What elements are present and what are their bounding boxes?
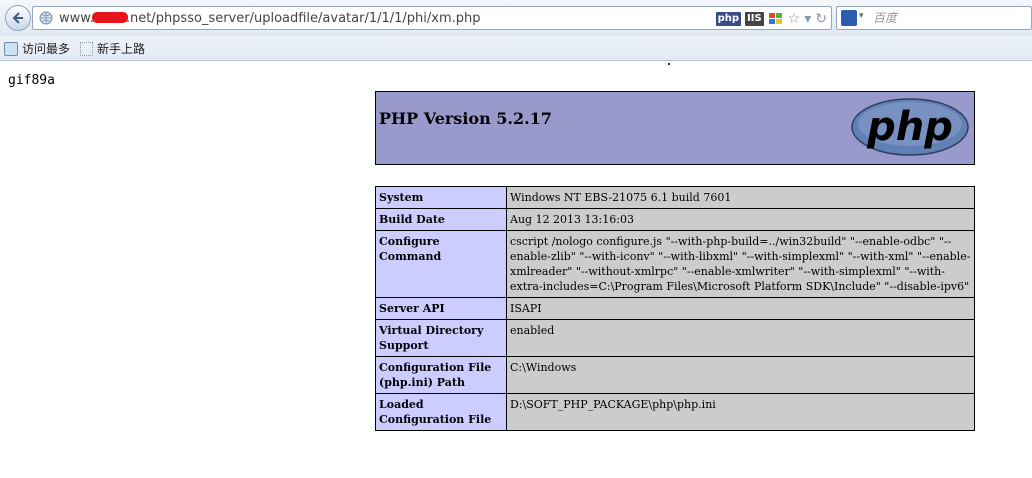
address-bar-icons: php IIS ☆ ▾ ↻ (715, 10, 827, 28)
info-value: C:\Windows (506, 356, 975, 394)
search-input[interactable] (871, 9, 1026, 27)
info-row: Build Date Aug 12 2013 13:16:03 (375, 208, 975, 231)
stray-dot (668, 63, 670, 65)
search-box[interactable]: ▾ (836, 6, 1032, 30)
chevron-down-icon[interactable]: ▾ (804, 11, 811, 27)
php-logo-icon[interactable]: php (850, 97, 970, 157)
php-logo-text: php (866, 104, 953, 150)
info-key: Configure Command (375, 230, 507, 298)
info-row: Configure Command cscript /nologo configu… (375, 230, 975, 298)
star-icon[interactable]: ☆ (788, 11, 801, 27)
back-button[interactable] (5, 5, 31, 31)
info-row: Configuration File (php.ini) Path C:\Wind… (375, 356, 975, 394)
url-prefix: www. (59, 11, 94, 26)
php-badge-icon: php (715, 12, 742, 26)
info-row: Server API ISAPI (375, 297, 975, 320)
info-value: enabled (506, 319, 975, 357)
globe-icon (39, 11, 53, 25)
info-value: ISAPI (506, 297, 975, 320)
back-arrow-icon (12, 12, 23, 24)
info-key: Build Date (375, 208, 507, 231)
info-key: Loaded Configuration File (375, 393, 507, 431)
php-version-header: PHP Version 5.2.17 php (375, 91, 975, 165)
url-suffix: .net/phpsso_server/uploadfile/avatar/1/1… (125, 11, 481, 26)
bookmark-page-icon (80, 41, 93, 56)
info-value: cscript /nologo configure.js "--with-php… (506, 230, 975, 298)
url-text[interactable]: www. .net/phpsso_server/uploadfile/avatar… (59, 11, 481, 26)
gif-header-text: gif89a (8, 73, 55, 88)
search-engine-dropdown-icon[interactable]: ▾ (859, 11, 864, 21)
phpinfo-panel: PHP Version 5.2.17 php System Windows NT … (375, 91, 975, 431)
info-key: Configuration File (php.ini) Path (375, 356, 507, 394)
baidu-paw-icon[interactable] (841, 10, 857, 26)
bookmark-label: 访问最多 (22, 42, 71, 56)
refresh-icon[interactable]: ↻ (815, 11, 827, 27)
bookmark-search-icon (4, 41, 18, 56)
info-row: Loaded Configuration File D:\SOFT_PHP_PAC… (375, 393, 975, 431)
info-row: Virtual Directory Support enabled (375, 319, 975, 357)
info-row: System Windows NT EBS-21075 6.1 build 760… (375, 186, 975, 209)
info-key: System (375, 186, 507, 209)
php-info-table: System Windows NT EBS-21075 6.1 build 760… (375, 186, 975, 431)
php-version-title: PHP Version 5.2.17 (379, 109, 552, 128)
bookmarks-bar: 访问最多 新手上路 (0, 36, 1032, 61)
bookmark-getting-started[interactable]: 新手上路 (80, 40, 145, 57)
compatibility-view-icon[interactable] (768, 12, 784, 26)
browser-navbar: www. .net/phpsso_server/uploadfile/avatar… (0, 0, 1032, 36)
iis-badge-icon: IIS (745, 12, 764, 26)
info-key: Server API (375, 297, 507, 320)
info-key: Virtual Directory Support (375, 319, 507, 357)
info-value: Aug 12 2013 13:16:03 (506, 208, 975, 231)
bookmark-most-visited[interactable]: 访问最多 (4, 40, 70, 57)
address-bar[interactable]: www. .net/phpsso_server/uploadfile/avatar… (32, 6, 832, 30)
info-value: D:\SOFT_PHP_PACKAGE\php\php.ini (506, 393, 975, 431)
redacted-mark (91, 12, 128, 23)
bookmark-label: 新手上路 (97, 42, 146, 56)
info-value: Windows NT EBS-21075 6.1 build 7601 (506, 186, 975, 209)
